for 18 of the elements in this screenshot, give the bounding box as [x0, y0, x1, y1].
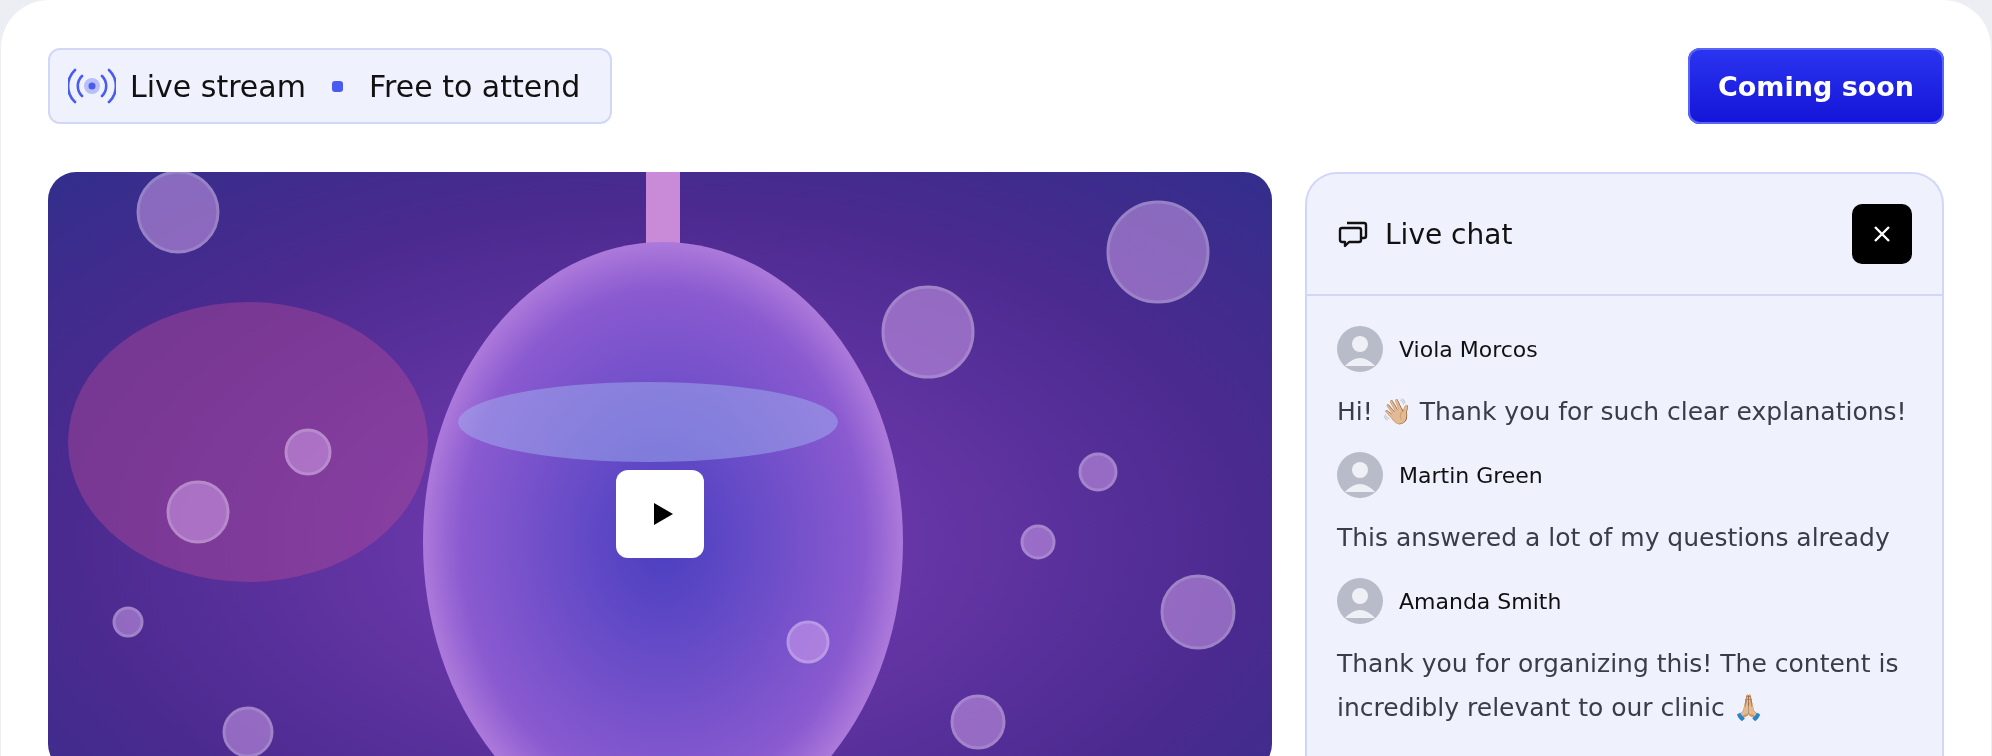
author-name: Amanda Smith: [1399, 588, 1562, 614]
close-icon: [1872, 224, 1892, 244]
badge-label: Free to attend: [368, 68, 581, 104]
badge-label: Live stream: [130, 68, 306, 104]
coming-soon-button[interactable]: Coming soon: [1688, 48, 1944, 124]
message-text: Hi! 👋🏼 Thank you for such clear explanations!: [1337, 396, 1908, 428]
author-name: Martin Green: [1399, 462, 1543, 488]
avatar-icon: [1337, 578, 1383, 624]
play-icon: [651, 501, 675, 527]
message-text: Thank you for organizing this! The content is incredibly relevant to our clinic 🙏🏼: [1337, 648, 1900, 724]
author-name: Viola Morcos: [1399, 336, 1538, 362]
broadcast-icon: [68, 66, 116, 106]
close-button[interactable]: [1852, 204, 1912, 264]
message-text: This answered a lot of my questions already: [1337, 522, 1891, 554]
avatar-icon: [1337, 326, 1383, 372]
avatar-icon: [1337, 452, 1383, 498]
chat-title: Live chat: [1385, 217, 1514, 251]
play-button[interactable]: [616, 470, 704, 558]
